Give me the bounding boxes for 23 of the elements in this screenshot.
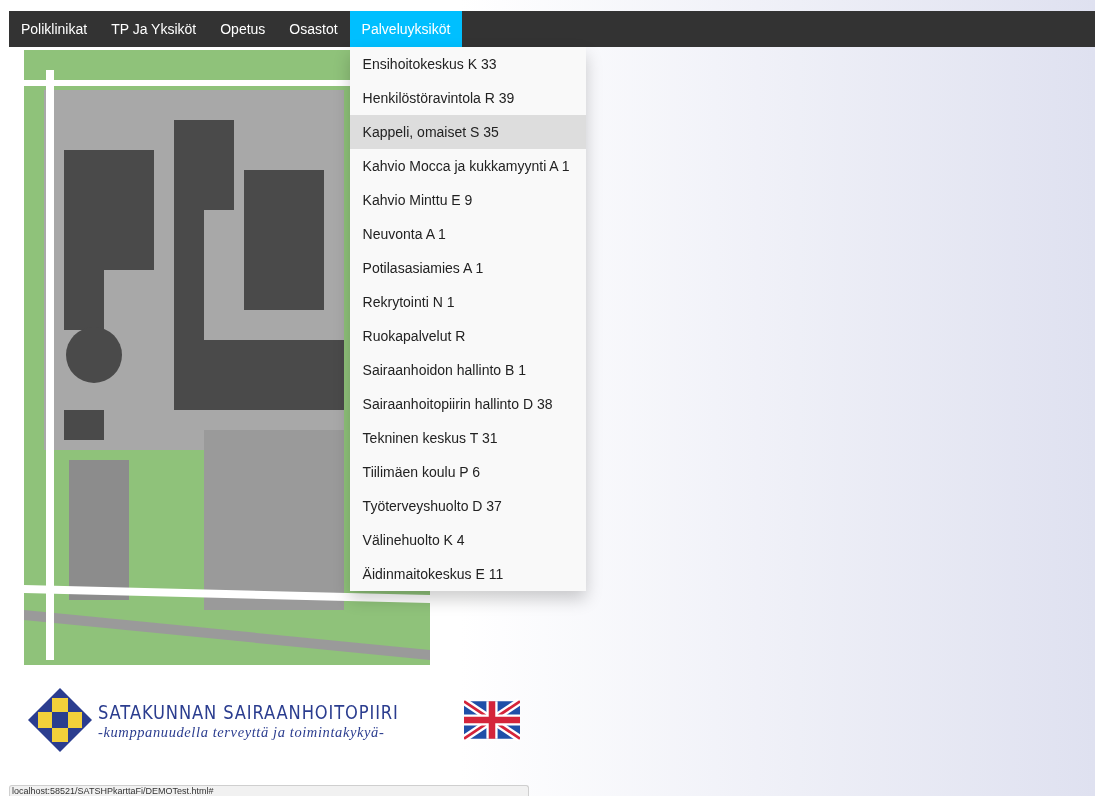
nav-tab[interactable]: TP Ja Yksiköt	[99, 11, 209, 47]
menu-item[interactable]: Työterveyshuolto D 37	[349, 489, 586, 523]
menu-item[interactable]: Sairaanhoitopiirin hallinto D 38	[349, 387, 586, 421]
nav-tab[interactable]: Opetus	[208, 11, 278, 47]
menu-item[interactable]: Sairaanhoidon hallinto B 1	[349, 353, 586, 387]
menu-item[interactable]: Äidinmaitokeskus E 11	[349, 557, 586, 591]
menu-item[interactable]: Henkilöstöravintola R 39	[349, 81, 586, 115]
menu-item[interactable]: Rekrytointi N 1	[349, 285, 586, 319]
slogan: -kumppanuudella terveyttä ja toimintakykyä-	[98, 723, 386, 741]
status-url: localhost:58521/SATSHPkarttaFi/DEMOTest.html#	[11, 786, 215, 796]
menu-item[interactable]: Tekninen keskus T 31	[349, 421, 586, 455]
menu-item[interactable]: Ensihoitokeskus K 33	[349, 47, 586, 81]
menu-item[interactable]: Välinehuolto K 4	[349, 523, 586, 557]
menu-item[interactable]: Ruokapalvelut R	[349, 319, 586, 353]
nav-tab[interactable]: Poliklinikat	[9, 11, 100, 47]
menu-item[interactable]: Kahvio Minttu E 9	[349, 183, 586, 217]
menu-item[interactable]: Potilasasiamies A 1	[349, 251, 586, 285]
nav-tab[interactable]: Osastot	[277, 11, 350, 47]
organization-name: SATAKUNNAN SAIRAANHOITOPIIRI	[98, 699, 399, 724]
menu-item[interactable]: Tiilimäen koulu P 6	[349, 455, 586, 489]
menu-item[interactable]: Kappeli, omaiset S 35	[349, 115, 586, 149]
menu-item[interactable]: Neuvonta A 1	[349, 217, 586, 251]
menu-item[interactable]: Kahvio Mocca ja kukkamyynti A 1	[349, 149, 586, 183]
